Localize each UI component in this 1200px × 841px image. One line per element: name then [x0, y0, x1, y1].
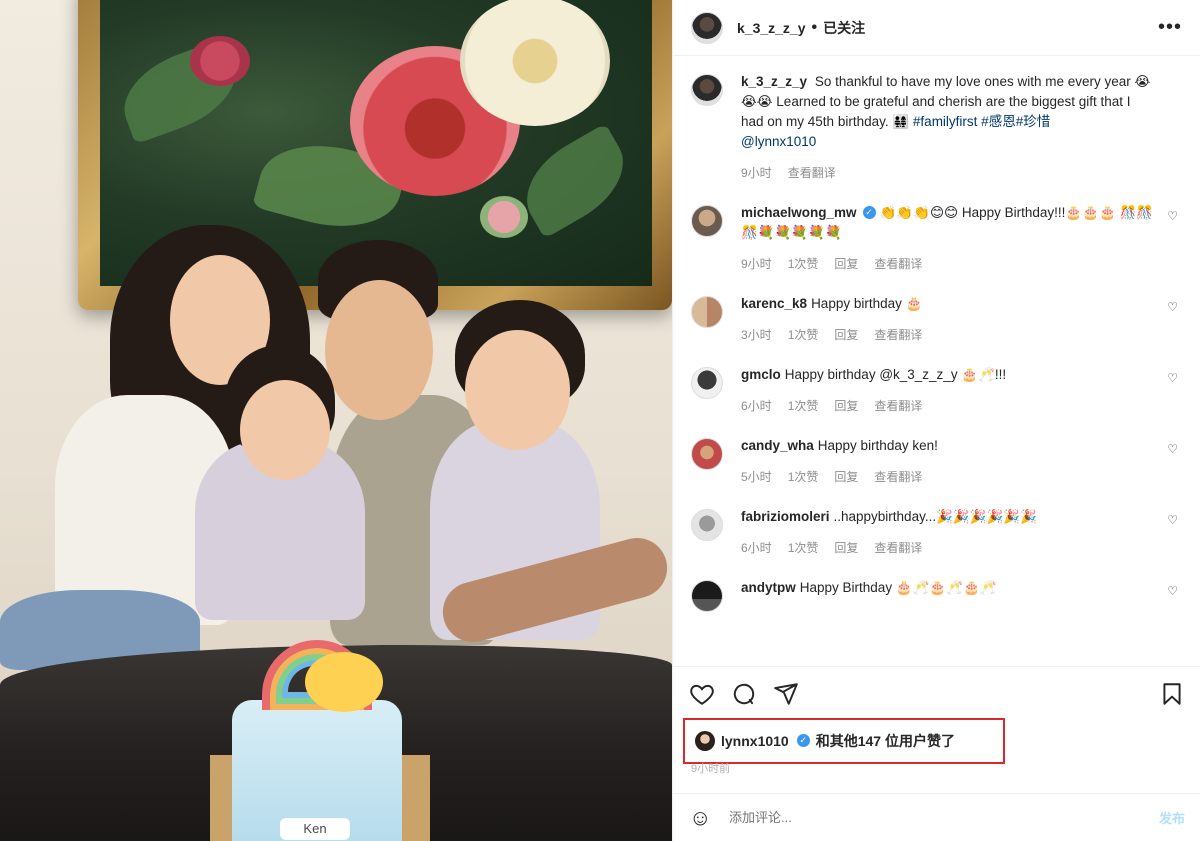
- comment-item: candy_wha Happy birthday ken! 5小时 1次赞 回复 查看翻…: [691, 436, 1182, 485]
- father-face: [325, 280, 433, 420]
- commenter-avatar[interactable]: [691, 580, 723, 612]
- comment-text: Happy birthday ken!: [817, 438, 938, 453]
- reply-button[interactable]: 回复: [834, 539, 858, 556]
- commenter-avatar[interactable]: [691, 296, 723, 328]
- caption-avatar[interactable]: [691, 74, 723, 106]
- comment-time: 3小时: [741, 328, 772, 342]
- post-actions: [673, 666, 1200, 707]
- comment-like-heart-icon[interactable]: ♡: [1167, 584, 1178, 598]
- comment-time: 6小时: [741, 399, 772, 413]
- comment-like-heart-icon[interactable]: ♡: [1167, 300, 1178, 314]
- commenter-avatar[interactable]: [691, 438, 723, 470]
- comment-item: andytpw Happy Birthday 🎂🥂🎂🥂🎂🥂 ♡: [691, 578, 1182, 612]
- likes-count-text[interactable]: 和其他147 位用户赞了: [816, 731, 955, 751]
- comments-list[interactable]: k_3_z_z_y So thankful to have my love on…: [673, 56, 1200, 666]
- see-translation-link[interactable]: 查看翻译: [874, 255, 922, 272]
- girl-left-face: [240, 380, 330, 480]
- post-view: Ken k_3_z_z_y • 已关注 ••• k_3_z_z_y So tha…: [0, 0, 1200, 841]
- caption-hashtags[interactable]: #familyfirst #感恩#珍惜: [913, 114, 1050, 129]
- comment-time: 9小时: [741, 257, 772, 271]
- caption-username[interactable]: k_3_z_z_y: [741, 74, 807, 89]
- see-translation-link[interactable]: 查看翻译: [874, 468, 922, 485]
- see-translation-link[interactable]: 查看翻译: [874, 539, 922, 556]
- white-peony: [460, 0, 610, 126]
- comment-text: Happy Birthday 🎂🥂🎂🥂🎂🥂: [799, 580, 997, 595]
- commenter-username[interactable]: gmclo: [741, 367, 781, 382]
- commenter-username[interactable]: andytpw: [741, 580, 796, 595]
- reply-button[interactable]: 回复: [834, 326, 858, 343]
- post-photo[interactable]: Ken: [0, 0, 672, 841]
- author-username[interactable]: k_3_z_z_y: [737, 20, 806, 36]
- commenter-username[interactable]: karenc_k8: [741, 296, 807, 311]
- commenter-avatar[interactable]: [691, 509, 723, 541]
- separator-dot: •: [811, 18, 818, 36]
- comment-likes[interactable]: 1次赞: [788, 539, 819, 556]
- verified-badge-icon: ✓: [796, 733, 810, 747]
- cake-sun: [305, 652, 383, 712]
- liker-username[interactable]: lynnx1010: [721, 733, 789, 749]
- commenter-username[interactable]: michaelwong_mw: [741, 205, 857, 220]
- commenter-avatar[interactable]: [691, 367, 723, 399]
- reply-button[interactable]: 回复: [834, 468, 858, 485]
- follow-status-button[interactable]: 已关注: [823, 18, 865, 38]
- caption-time: 9小时: [741, 166, 772, 180]
- comment-item: fabriziomoleri ..happybirthday...🎉🎉🎉🎉🎉🎉 6…: [691, 507, 1182, 556]
- comment-bubble-icon[interactable]: [731, 681, 757, 707]
- painting-leaf: [509, 123, 641, 239]
- share-send-icon[interactable]: [773, 681, 799, 707]
- commenter-avatar[interactable]: [691, 205, 723, 237]
- reply-button[interactable]: 回复: [834, 255, 858, 272]
- green-bud: [480, 196, 528, 238]
- comment-item: gmclo Happy birthday @k_3_z_z_y 🎂🥂!!! 6小时…: [691, 365, 1182, 414]
- comment-input[interactable]: [729, 810, 1159, 825]
- cake-name-tag: Ken: [280, 818, 350, 840]
- post-comment-button[interactable]: 发布: [1159, 808, 1185, 827]
- comment-text: Happy birthday 🎂: [811, 296, 923, 311]
- reply-button[interactable]: 回复: [834, 397, 858, 414]
- liker-avatar: [695, 731, 715, 751]
- verified-badge-icon: ✓: [862, 205, 876, 219]
- more-icon[interactable]: •••: [1158, 16, 1182, 39]
- post-sidebar: k_3_z_z_y • 已关注 ••• k_3_z_z_y So thankfu…: [672, 0, 1200, 841]
- liked-by-summary[interactable]: lynnx1010 ✓ 和其他147 位用户赞了: [683, 718, 1005, 764]
- comment-text: ..happybirthday...🎉🎉🎉🎉🎉🎉: [833, 509, 1037, 524]
- emoji-icon[interactable]: ☺: [689, 805, 715, 831]
- commenter-username[interactable]: fabriziomoleri: [741, 509, 830, 524]
- see-translation-link[interactable]: 查看翻译: [788, 164, 836, 181]
- author-avatar[interactable]: [691, 11, 723, 44]
- comment-likes[interactable]: 1次赞: [788, 397, 819, 414]
- comment-composer: ☺ 发布: [673, 793, 1200, 841]
- comment-like-heart-icon[interactable]: ♡: [1167, 209, 1178, 223]
- caption-mention[interactable]: @lynnx1010: [741, 132, 1154, 152]
- pink-bud: [190, 36, 250, 86]
- bookmark-icon[interactable]: [1159, 681, 1185, 707]
- like-heart-icon[interactable]: [689, 681, 715, 707]
- commenter-username[interactable]: candy_wha: [741, 438, 814, 453]
- comment-likes[interactable]: 1次赞: [788, 255, 819, 272]
- comment-likes[interactable]: 1次赞: [788, 468, 819, 485]
- comment-time: 5小时: [741, 470, 772, 484]
- comment-likes[interactable]: 1次赞: [788, 326, 819, 343]
- comment-item: michaelwong_mw ✓ 👏👏👏😊😊 Happy Birthday!!!🎂🎂…: [691, 203, 1182, 272]
- comment-time: 6小时: [741, 541, 772, 555]
- comment-like-heart-icon[interactable]: ♡: [1167, 442, 1178, 456]
- comment-like-heart-icon[interactable]: ♡: [1167, 513, 1178, 527]
- comment-text: Happy birthday @k_3_z_z_y 🎂🥂!!!: [784, 367, 1007, 382]
- girl-right-face: [465, 330, 570, 450]
- post-header: k_3_z_z_y • 已关注 •••: [673, 0, 1200, 56]
- post-time-ago: 9小时前: [691, 763, 731, 775]
- comment-item: karenc_k8 Happy birthday 🎂 3小时 1次赞 回复 查看翻译 ♡: [691, 294, 1182, 343]
- caption: k_3_z_z_y So thankful to have my love on…: [691, 72, 1182, 181]
- comment-like-heart-icon[interactable]: ♡: [1167, 371, 1178, 385]
- see-translation-link[interactable]: 查看翻译: [874, 397, 922, 414]
- see-translation-link[interactable]: 查看翻译: [874, 326, 922, 343]
